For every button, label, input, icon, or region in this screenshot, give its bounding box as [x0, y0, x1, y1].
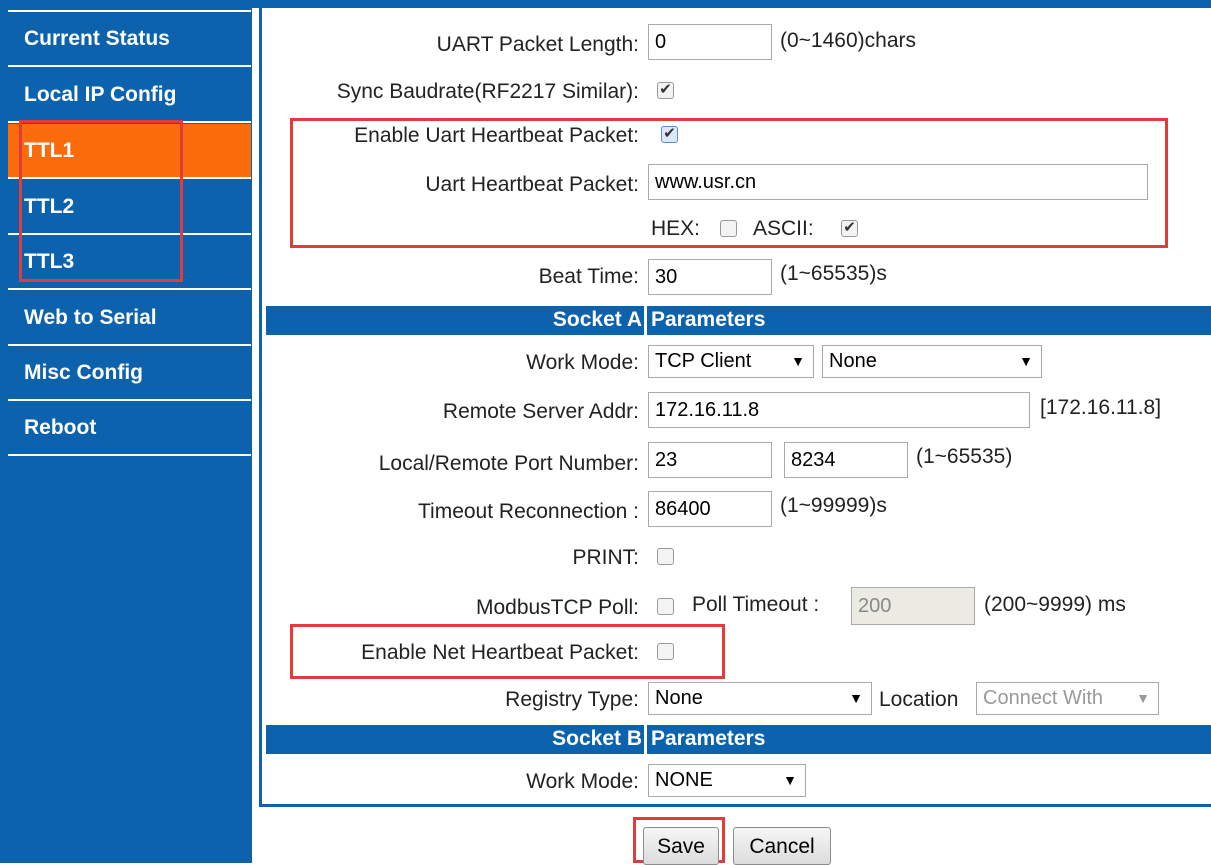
work-mode-sub-value: None [829, 350, 877, 372]
beat-time-label: Beat Time: [538, 265, 639, 288]
socket-b-header: Socket B Parameters [266, 725, 1211, 754]
chevron-down-icon: ▼ [1136, 690, 1150, 706]
top-border [0, 0, 1211, 8]
chevron-down-icon: ▼ [849, 690, 863, 706]
socket-b-work-mode-value: NONE [655, 769, 713, 791]
location-select[interactable]: Connect With ▼ [976, 682, 1159, 715]
enable-net-heartbeat-label: Enable Net Heartbeat Packet: [361, 641, 639, 664]
socket-a-title: Socket A [552, 308, 642, 331]
sidebar-item-ttl3[interactable]: TTL3 [8, 235, 251, 290]
hex-checkbox[interactable] [720, 220, 737, 237]
uart-packet-length-label: UART Packet Length: [436, 33, 639, 56]
sidebar-item-misc-config[interactable]: Misc Config [8, 346, 251, 401]
socket-b-parameters-title: Parameters [651, 727, 766, 750]
header-divider [644, 306, 647, 335]
work-mode-value: TCP Client [655, 350, 752, 372]
work-mode-select[interactable]: TCP Client ▼ [648, 345, 814, 378]
chevron-down-icon: ▼ [1019, 353, 1033, 369]
socket-b-title: Socket B [552, 727, 642, 750]
modbus-tcp-poll-label: ModbusTCP Poll: [475, 596, 639, 619]
registry-type-select[interactable]: None ▼ [648, 682, 872, 715]
work-mode-sub-select[interactable]: None ▼ [822, 345, 1042, 378]
work-mode-label: Work Mode: [526, 351, 639, 374]
sidebar-item-web-to-serial[interactable]: Web to Serial [8, 291, 251, 346]
socket-b-work-mode-select[interactable]: NONE ▼ [648, 764, 806, 797]
ascii-label: ASCII: [753, 217, 814, 240]
beat-time-input[interactable] [648, 259, 772, 295]
registry-type-value: None [655, 687, 703, 709]
sidebar-item-current-status[interactable]: Current Status [8, 12, 251, 67]
ascii-checkbox[interactable]: ✔ [841, 220, 858, 237]
socket-b-work-mode-label: Work Mode: [526, 770, 639, 793]
remote-port-input[interactable] [784, 442, 908, 478]
enable-uart-heartbeat-checkbox[interactable]: ✔ [661, 126, 678, 143]
timeout-reconnection-input[interactable] [648, 491, 772, 527]
sidebar-item-reboot[interactable]: Reboot [8, 401, 251, 456]
port-hint: (1~65535) [916, 445, 1013, 468]
uart-heartbeat-packet-input[interactable] [648, 164, 1148, 200]
chevron-down-icon: ▼ [791, 353, 805, 369]
hex-label: HEX: [651, 217, 701, 240]
print-checkbox[interactable] [657, 548, 674, 565]
poll-timeout-input[interactable] [851, 587, 975, 625]
header-divider [644, 725, 647, 754]
remote-server-addr-label: Remote Server Addr: [442, 400, 639, 423]
enable-net-heartbeat-checkbox[interactable] [657, 643, 674, 660]
poll-timeout-hint: (200~9999) ms [984, 593, 1126, 616]
sync-baudrate-checkbox[interactable]: ✔ [657, 82, 674, 99]
poll-timeout-label: Poll Timeout : [692, 593, 820, 616]
sidebar-nav: Current Status Local IP Config TTL1 TTL2… [0, 0, 252, 863]
save-button[interactable]: Save [643, 827, 719, 865]
beat-time-hint: (1~65535)s [780, 262, 887, 285]
print-label: PRINT: [572, 546, 639, 569]
socket-a-parameters-title: Parameters [651, 308, 766, 331]
sync-baudrate-label: Sync Baudrate(RF2217 Similar): [336, 80, 639, 103]
registry-type-label: Registry Type: [505, 688, 639, 711]
uart-packet-length-input[interactable] [648, 24, 772, 60]
timeout-reconnection-hint: (1~99999)s [780, 494, 887, 517]
location-label: Location [879, 688, 959, 711]
remote-server-addr-hint: [172.16.11.8] [1040, 396, 1162, 419]
sidebar-item-local-ip-config[interactable]: Local IP Config [8, 68, 251, 123]
socket-a-header: Socket A Parameters [266, 306, 1211, 335]
location-value: Connect With [983, 687, 1104, 709]
sidebar-item-ttl1[interactable]: TTL1 [8, 124, 251, 179]
port-number-label: Local/Remote Port Number: [378, 452, 639, 475]
cancel-button[interactable]: Cancel [733, 827, 831, 865]
timeout-reconnection-label: Timeout Reconnection : [417, 500, 639, 523]
enable-uart-heartbeat-label: Enable Uart Heartbeat Packet: [354, 124, 639, 147]
local-port-input[interactable] [648, 442, 772, 478]
remote-server-addr-input[interactable] [648, 392, 1030, 428]
uart-heartbeat-packet-label: Uart Heartbeat Packet: [425, 173, 639, 196]
uart-packet-length-hint: (0~1460)chars [780, 29, 916, 52]
chevron-down-icon: ▼ [783, 772, 797, 788]
sidebar-item-ttl2[interactable]: TTL2 [8, 180, 251, 235]
modbus-tcp-poll-checkbox[interactable] [657, 598, 674, 615]
